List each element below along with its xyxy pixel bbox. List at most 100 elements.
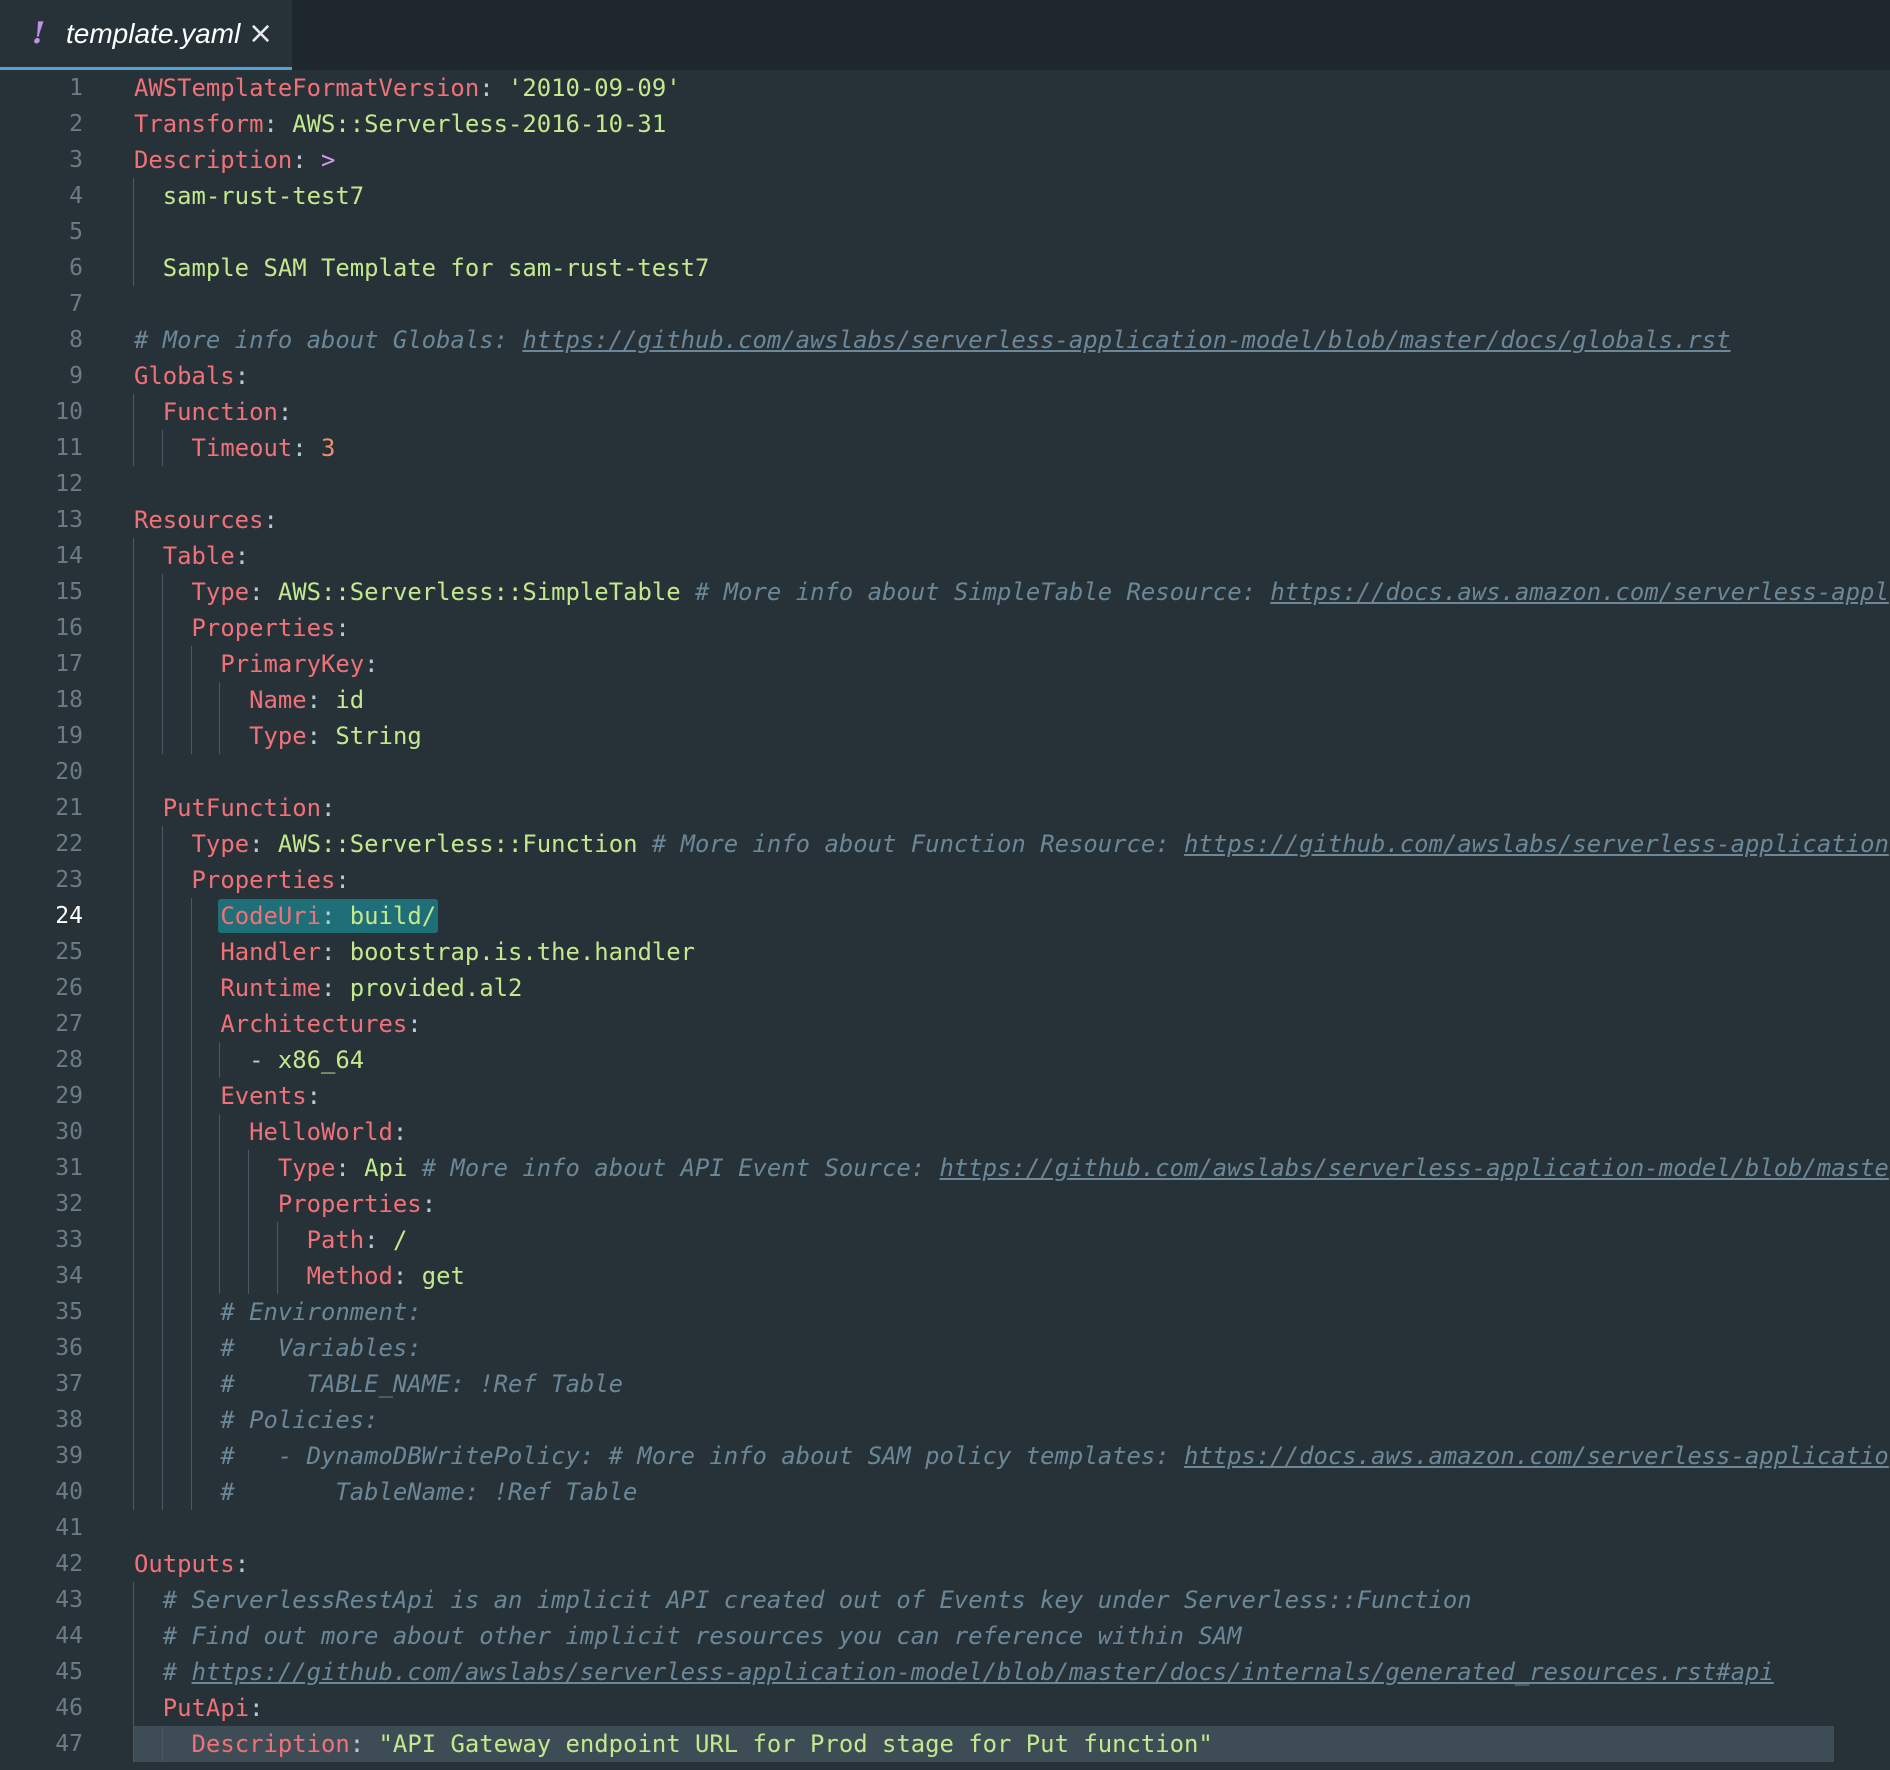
code-line[interactable]: HelloWorld: <box>134 1114 407 1150</box>
code-line[interactable]: Events: <box>134 1078 321 1114</box>
code-line[interactable]: Architectures: <box>134 1006 422 1042</box>
code-token: Sample SAM Template for sam-rust-test7 <box>134 254 710 282</box>
code-line[interactable]: Properties: <box>134 610 350 646</box>
code-line[interactable]: Outputs: <box>134 1546 249 1582</box>
code-token: Runtime <box>220 974 321 1002</box>
code-token: : <box>306 686 336 714</box>
code-line[interactable]: Handler: bootstrap.is.the.handler <box>134 934 695 970</box>
code-line[interactable]: Properties: <box>134 1186 436 1222</box>
code-token: # - DynamoDBWritePolicy: # More info abo… <box>220 1442 1184 1470</box>
code-token: Name <box>249 686 307 714</box>
code-token: : <box>306 722 336 750</box>
code-line[interactable]: # Variables: <box>134 1330 422 1366</box>
code-link[interactable]: https://github.com/awslabs/serverless-ap… <box>522 326 1730 354</box>
code-link[interactable]: https://github.com/awslabs/serverless-ap… <box>1184 830 1889 858</box>
code-line[interactable]: Description: > <box>134 142 335 178</box>
code-token: build/ <box>349 902 437 930</box>
code-line[interactable]: Sample SAM Template for sam-rust-test7 <box>134 250 710 286</box>
code-token: : <box>321 794 336 822</box>
code-line[interactable]: Path: / <box>134 1222 408 1258</box>
code-token: : <box>321 938 350 966</box>
code-line[interactable]: Globals: <box>134 358 249 394</box>
code-token: provided.al2 <box>349 974 523 1002</box>
code-line[interactable]: # Policies: <box>134 1402 378 1438</box>
code-line[interactable]: Runtime: provided.al2 <box>134 970 522 1006</box>
code-line[interactable]: Name: id <box>134 682 364 718</box>
code-line[interactable]: # TABLE_NAME: !Ref Table <box>134 1366 623 1402</box>
code-line[interactable]: PutApi: <box>134 1690 264 1726</box>
code-line[interactable]: Resources: <box>134 502 278 538</box>
code-line[interactable]: Method: get <box>134 1258 465 1294</box>
code-line[interactable]: Type: Api # More info about API Event So… <box>134 1150 1889 1186</box>
code-token: id <box>335 686 365 714</box>
code-token: : <box>364 650 379 678</box>
code-token: : <box>335 1154 365 1182</box>
indent-guide <box>133 214 134 250</box>
code-line[interactable]: Transform: AWS::Serverless-2016-10-31 <box>134 106 666 142</box>
code-line[interactable]: Properties: <box>134 862 350 898</box>
code-area[interactable]: AWSTemplateFormatVersion: '2010-09-09' Tr… <box>0 0 1890 1770</box>
code-token: : <box>277 398 293 426</box>
code-token: : <box>234 362 250 390</box>
status-bar-hint <box>1470 1760 1890 1770</box>
code-line[interactable]: CodeUri: build/ <box>134 898 436 934</box>
code-token: Architectures <box>220 1010 408 1038</box>
code-token: get <box>421 1262 465 1290</box>
code-line[interactable]: # Environment: <box>134 1294 421 1330</box>
code-link[interactable]: https://docs.aws.amazon.com/serverless-a… <box>1270 578 1889 606</box>
code-link[interactable]: https://docs.aws.amazon.com/serverless-a… <box>1184 1442 1889 1470</box>
code-token: 3 <box>321 434 336 462</box>
code-line[interactable]: Type: AWS::Serverless::SimpleTable # Mor… <box>134 574 1889 610</box>
code-line[interactable]: # ServerlessRestApi is an implicit API c… <box>134 1582 1472 1618</box>
code-line[interactable]: PrimaryKey: <box>134 646 379 682</box>
code-token: Path <box>306 1226 365 1254</box>
code-line[interactable]: PutFunction: <box>134 790 336 826</box>
code-link[interactable]: https://github.com/awslabs/serverless-ap… <box>192 1658 1774 1686</box>
code-line[interactable]: # Find out more about other implicit res… <box>134 1618 1242 1654</box>
code-line[interactable]: Type: AWS::Serverless::Function # More i… <box>134 826 1889 862</box>
code-token: AWSTemplateFormatVersion <box>134 74 480 102</box>
code-token: : <box>421 1190 437 1218</box>
code-line[interactable]: # TableName: !Ref Table <box>134 1474 637 1510</box>
code-token: # TableName: !Ref Table <box>220 1478 638 1506</box>
code-token: : <box>407 1010 422 1038</box>
code-link[interactable]: https://github.com/awslabs/serverless-ap… <box>940 1154 1889 1182</box>
code-token: Function <box>162 398 278 426</box>
code-token: PutFunction <box>162 794 321 822</box>
code-line[interactable]: - x86_64 <box>134 1042 364 1078</box>
code-token: Timeout <box>191 434 293 462</box>
code-line[interactable]: Table: <box>134 538 249 574</box>
code-line[interactable]: Function: <box>134 394 292 430</box>
code-line[interactable]: sam-rust-test7 <box>134 178 364 214</box>
code-token: # Variables: <box>220 1334 422 1362</box>
code-token: # TABLE_NAME: !Ref Table <box>220 1370 624 1398</box>
code-line[interactable]: # More info about Globals: https://githu… <box>134 322 1731 358</box>
code-line[interactable]: # - DynamoDBWritePolicy: # More info abo… <box>134 1438 1889 1474</box>
code-token: AWS::Serverless::SimpleTable <box>277 578 681 606</box>
code-line[interactable]: Type: String <box>134 718 422 754</box>
code-line[interactable]: # https://github.com/awslabs/serverless-… <box>134 1654 1774 1690</box>
code-line[interactable]: Timeout: 3 <box>134 430 336 466</box>
code-token: Properties <box>191 614 336 642</box>
code-token: PrimaryKey <box>220 650 365 678</box>
code-line[interactable]: Description: "API Gateway endpoint URL f… <box>134 1726 1213 1762</box>
code-token: > <box>321 146 336 174</box>
code-line[interactable]: AWSTemplateFormatVersion: '2010-09-09' <box>134 70 681 106</box>
